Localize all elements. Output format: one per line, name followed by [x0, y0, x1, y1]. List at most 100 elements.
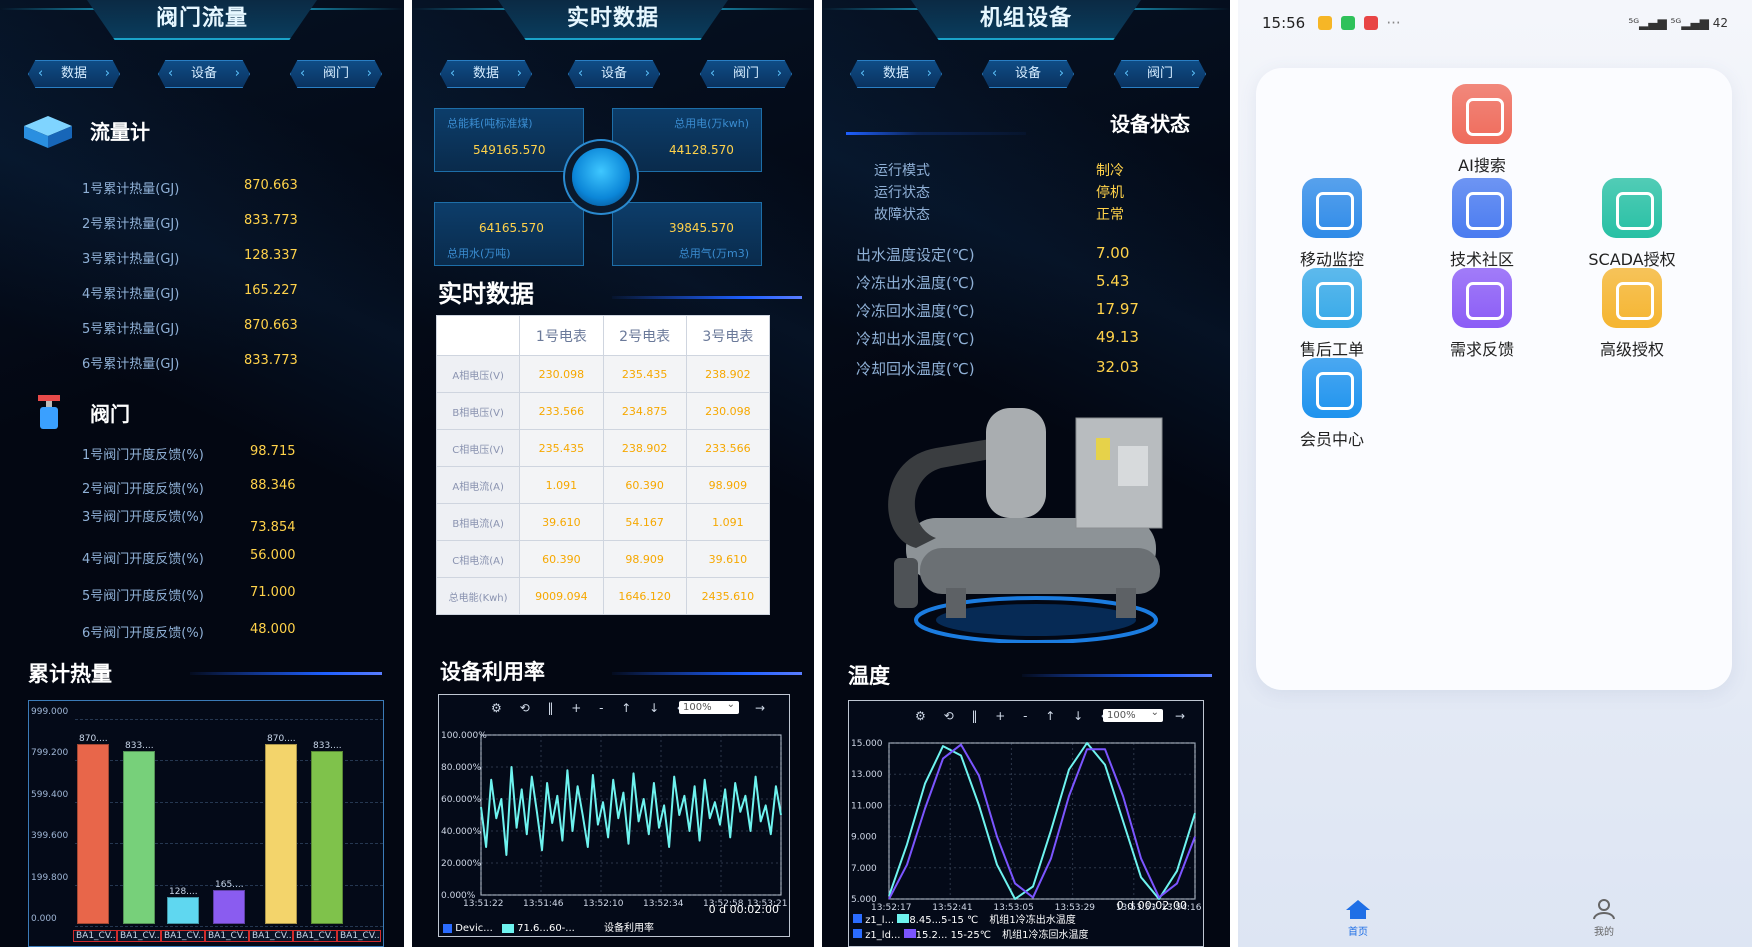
trend-legend: z1_l... 8.45...5-15 ℃ 机组1冷冻出水温度 z1_ld...…	[853, 913, 1089, 943]
x-tick-label: BA1_CV...	[293, 930, 337, 942]
zoom-select[interactable]: 100%	[1103, 707, 1163, 722]
gridline	[75, 926, 383, 927]
status-bar: 15:56 ···	[1262, 14, 1401, 32]
toolbar-next-button[interactable]: →	[755, 701, 772, 715]
valve-label: 5号阀门开度反馈(%)	[82, 589, 204, 604]
trend-toolbar[interactable]: ⚙ ⟲ ‖ + - ↑ ↓ ←	[491, 701, 694, 715]
status-time: 15:56	[1262, 14, 1306, 32]
app-tile[interactable]: 会员中心	[1272, 358, 1392, 450]
table-cell: 234.875	[602, 392, 687, 430]
nav-device-button[interactable]: 设备	[158, 60, 250, 88]
valve-label: 6号阀门开度反馈(%)	[82, 626, 204, 641]
nav-device-button[interactable]: 设备	[982, 60, 1074, 88]
metric-total-energy: 总能耗(吨标准煤) 549165.570	[434, 108, 584, 172]
table-cell: 230.098	[685, 392, 771, 430]
table-cell: 233.566	[519, 392, 604, 430]
bar	[265, 743, 297, 924]
legend-checkbox[interactable]	[443, 923, 452, 933]
flowmeter-value: 833.773	[244, 213, 298, 228]
x-tick-label: BA1_CV...	[337, 930, 381, 942]
y-tick-label: 399.600	[31, 831, 69, 842]
energy-orb-icon	[572, 148, 630, 206]
nav-data-button[interactable]: 数据	[28, 60, 120, 88]
unit-equipment-panel: 机组设备 数据 设备 阀门 设备状态 运行模式 制冷运行状态 停机故障状态 正常出水温…	[822, 0, 1230, 947]
panel-title: 实时数据	[566, 6, 659, 31]
status-label: 冷冻出水温度(℃)	[856, 274, 975, 292]
valve-label: 1号阀门开度反馈(%)	[82, 448, 204, 463]
x-tick-label: 13:52:17	[871, 903, 911, 913]
nav-valve-button[interactable]: 阀门	[1114, 60, 1206, 88]
nav-bar: 数据 设备 阀门	[412, 60, 814, 88]
row-label: A相电流(A)	[435, 466, 521, 504]
panel-title-bar: 阀门流量	[0, 0, 404, 42]
legend-item-return[interactable]: z1_ld... 15.2... 15-25℃ 机组1冷冻回水温度	[853, 928, 1089, 943]
flowmeter-label: 4号累计热量(GJ)	[82, 287, 180, 302]
app-label: SCADA授权	[1588, 250, 1676, 269]
app-tile[interactable]: 高级授权	[1572, 268, 1692, 360]
status-value: 正常	[1096, 207, 1124, 223]
table-cell: 60.390	[519, 540, 604, 578]
x-tick-label: 13:53:05	[993, 903, 1033, 913]
flowmeter-label: 2号累计热量(GJ)	[82, 217, 180, 232]
heat-chart-title: 累计热量	[28, 662, 112, 686]
row-label: 总电能(Kwh)	[435, 577, 521, 615]
zoom-select[interactable]: 100%	[679, 699, 739, 714]
app-tile[interactable]: 售后工单	[1272, 268, 1392, 360]
nav-valve-button[interactable]: 阀门	[290, 60, 382, 88]
status-value: 5.43	[1096, 272, 1130, 290]
app-notice-icon	[1363, 16, 1378, 30]
bar-value-label: 870....	[267, 733, 296, 744]
valve-value: 98.715	[250, 444, 296, 459]
app-tile[interactable]: 技术社区	[1422, 178, 1542, 270]
legend-item-supply[interactable]: z1_l... 8.45...5-15 ℃ 机组1冷冻出水温度	[853, 913, 1089, 928]
table-cell: 9009.094	[519, 577, 604, 615]
realtime-table-title: 实时数据	[438, 280, 534, 308]
meter-table: 1号电表 2号电表 3号电表 A相电压(V) 230.098 235.435 238.90…	[435, 315, 771, 615]
nav-data-button[interactable]: 数据	[440, 60, 532, 88]
nav-data-button[interactable]: 数据	[850, 60, 942, 88]
y-tick-label: 7.000	[851, 864, 877, 874]
heat-bar-chart: 999.000 799.200 599.400 399.600 199.800 0.000…	[28, 700, 384, 947]
table-cell: 98.909	[685, 466, 771, 504]
flowmeter-label: 6号累计热量(GJ)	[82, 357, 180, 372]
table-row: C相电压(V) 235.435 238.902 233.566	[435, 429, 771, 467]
nav-device-button[interactable]: 设备	[568, 60, 660, 88]
bar	[77, 743, 109, 924]
flowmeter-value: 870.663	[244, 178, 298, 193]
y-tick-label: 199.800	[31, 872, 69, 883]
app-tile[interactable]: SCADA授权	[1572, 178, 1692, 270]
valve-icon	[38, 395, 60, 429]
app-tile[interactable]: AI搜索	[1422, 84, 1542, 176]
row-label: C相电压(V)	[435, 429, 521, 467]
x-tick-label: 13:51:22	[463, 899, 503, 909]
status-value: 7.00	[1096, 244, 1130, 262]
nav-valve-button[interactable]: 阀门	[700, 60, 792, 88]
tab-profile[interactable]: 我的	[1584, 898, 1624, 938]
tab-home[interactable]: 首页	[1338, 898, 1378, 938]
utilization-plot: 100.000%80.000%60.000%40.000%20.000%0.00…	[441, 731, 787, 909]
row-label: A相电压(V)	[435, 355, 521, 393]
trend-legend: Devic... 71.6...60-... 设备利用率	[443, 919, 783, 935]
status-label: 运行模式	[874, 163, 930, 179]
bar	[123, 751, 155, 924]
duration-label: 0 d 00:02:00	[1116, 899, 1187, 912]
x-tick-label: BA1_CV...	[205, 930, 249, 942]
y-tick-label: 9.000	[851, 833, 877, 843]
status-label: 冷却回水温度(℃)	[856, 360, 975, 378]
app-tile[interactable]: 移动监控	[1272, 178, 1392, 270]
y-tick-label: 599.400	[31, 789, 69, 800]
toolbar-next-button[interactable]: →	[1175, 709, 1192, 723]
metric-total-gas: 39845.570 总用气(万m3)	[612, 202, 762, 266]
status-value: 制冷	[1096, 163, 1124, 179]
flowmeter-value: 165.227	[244, 283, 298, 298]
table-header	[435, 315, 521, 356]
utilization-title: 设备利用率	[440, 660, 545, 684]
home-icon	[1346, 900, 1370, 919]
flowmeter-value: 128.337	[244, 248, 298, 263]
status-value: 停机	[1096, 185, 1124, 201]
scada-icon	[1602, 178, 1662, 238]
trend-toolbar[interactable]: ⚙ ⟲ ‖ + - ↑ ↓ ←	[915, 709, 1118, 723]
app-tile[interactable]: 需求反馈	[1422, 268, 1542, 360]
table-cell: 39.610	[519, 503, 604, 541]
row-label: B相电流(A)	[435, 503, 521, 541]
